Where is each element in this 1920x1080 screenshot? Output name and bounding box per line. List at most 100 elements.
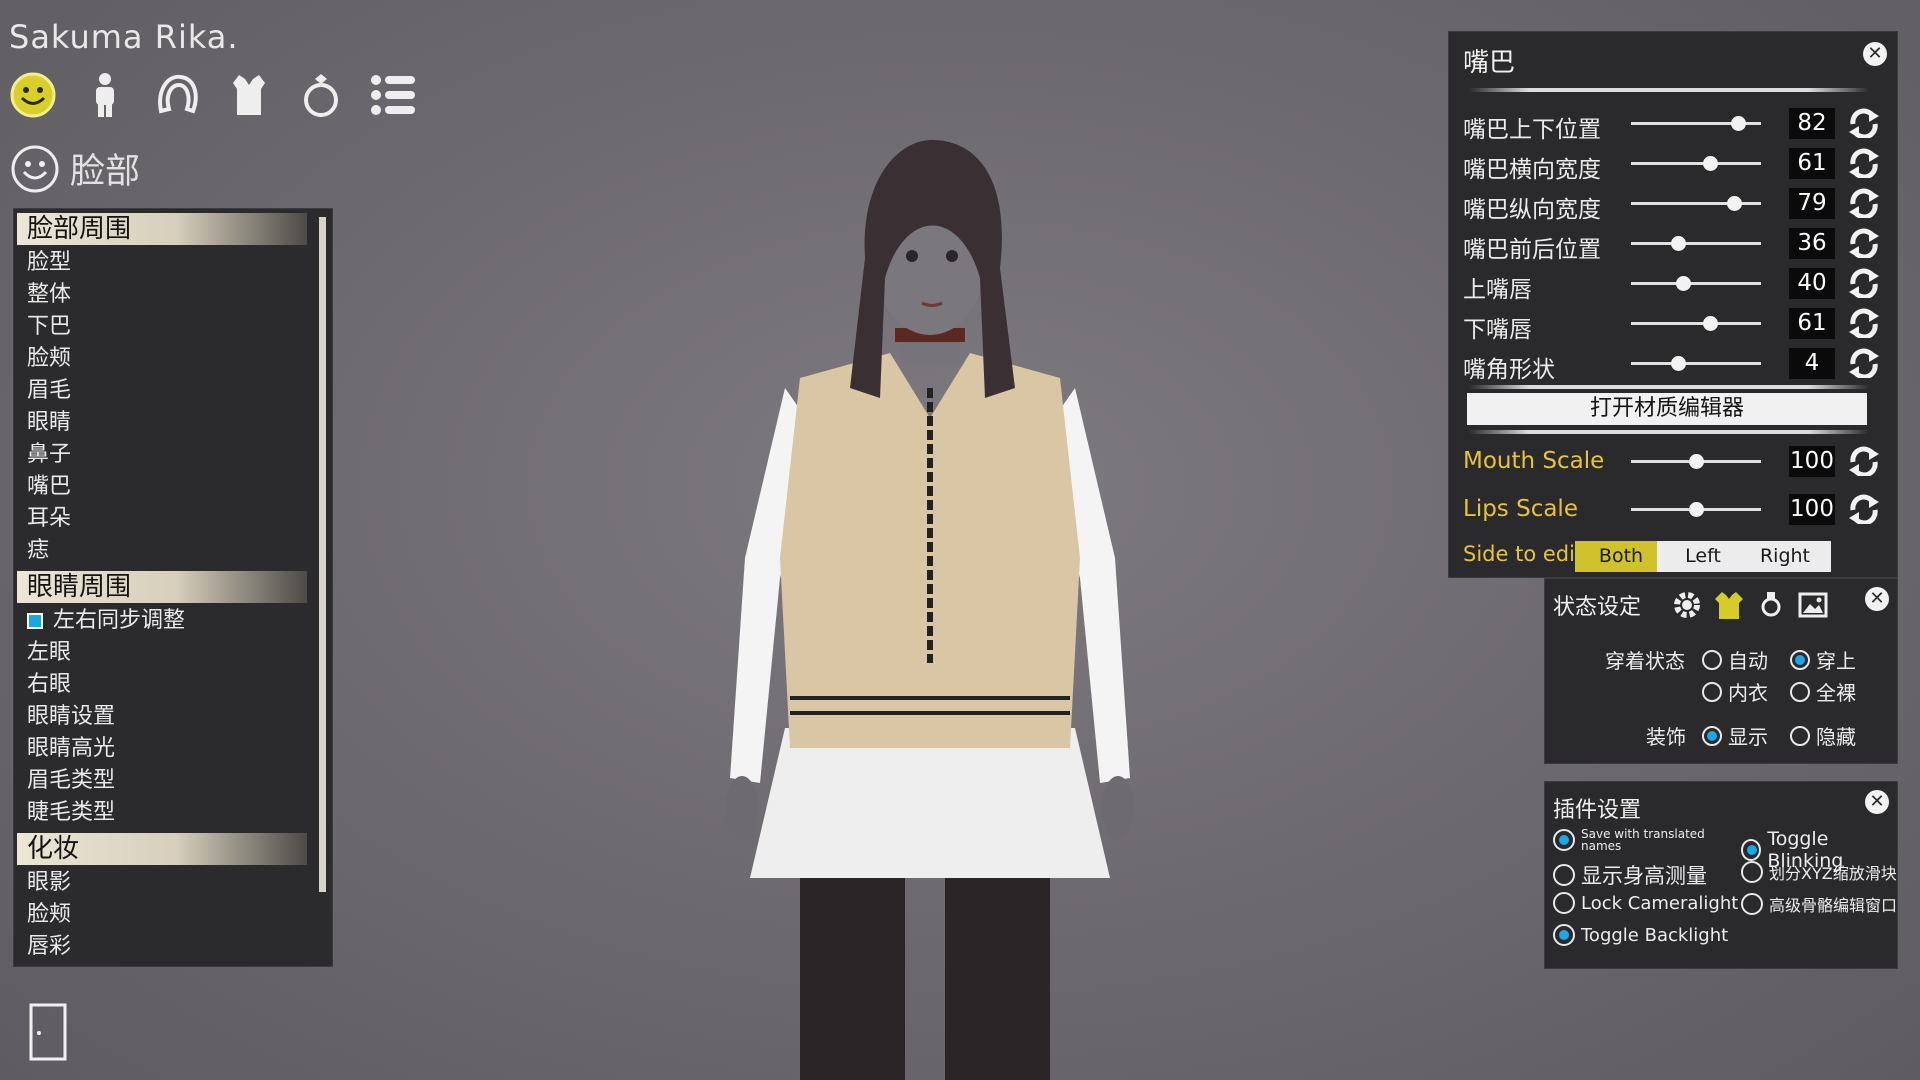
ring-icon[interactable] [296,70,346,120]
advanced-bone-editor-option[interactable]: 高级骨骼编辑窗口 [1741,892,1897,916]
slider-track[interactable] [1631,236,1761,251]
reset-icon[interactable] [1847,228,1881,258]
menu-item-eyebrow-type[interactable]: 眉毛类型 [14,765,332,797]
character-model[interactable] [690,138,1170,1080]
slider-handle[interactable] [1730,116,1746,131]
menu-item-ears[interactable]: 耳朵 [14,503,332,535]
slider-track[interactable] [1631,276,1761,291]
accessory-hide-option[interactable]: 隐藏 [1790,721,1856,750]
value-input[interactable]: 79 [1789,188,1835,219]
radio-button[interactable] [1553,892,1575,914]
value-input[interactable]: 40 [1789,268,1835,299]
value-input[interactable]: 61 [1789,148,1835,179]
value-input[interactable]: 100 [1789,494,1835,525]
slider-handle[interactable] [1726,196,1742,211]
menu-item-eyes[interactable]: 眼睛 [14,407,332,439]
value-input[interactable]: 36 [1789,228,1835,259]
slider-handle[interactable] [1703,156,1719,171]
menu-item-right-eye[interactable]: 右眼 [14,669,332,701]
dress-nude-option[interactable]: 全裸 [1790,677,1856,706]
menu-item-face-shape[interactable]: 脸型 [14,247,332,279]
slider-handle[interactable] [1689,502,1704,517]
slider-handle[interactable] [1670,236,1686,251]
slider-handle[interactable] [1689,454,1704,469]
radio-button[interactable] [1702,649,1722,670]
value-input[interactable]: 4 [1789,348,1835,379]
dress-underwear-option[interactable]: 内衣 [1702,677,1768,706]
sync-lr-checkbox-row[interactable]: 左右同步调整 [14,605,332,637]
menu-item-nose[interactable]: 鼻子 [14,439,332,471]
reset-icon[interactable] [1847,494,1881,524]
accessory-show-option[interactable]: 显示 [1702,721,1768,750]
side-right-button[interactable]: Right [1739,541,1831,572]
smiley-icon[interactable] [8,70,58,120]
menu-group-header[interactable]: 化妆 [17,833,307,865]
slider-handle[interactable] [1676,276,1691,291]
menu-group-header[interactable]: 眼睛周围 [17,571,307,603]
menu-item-eye-settings[interactable]: 眼睛设置 [14,701,332,733]
slider-track[interactable] [1631,196,1761,211]
radio-button[interactable] [1790,681,1810,702]
menu-item-mole[interactable]: 痣 [14,535,332,567]
clothing-icon[interactable] [1713,589,1745,621]
radio-button[interactable] [1702,681,1722,702]
menu-item-eyebrow[interactable]: 眉毛 [14,375,332,407]
menu-scrollbar[interactable] [319,217,326,892]
menu-item-mouth[interactable]: 嘴巴 [14,471,332,503]
menu-item-chin[interactable]: 下巴 [14,311,332,343]
slider-track[interactable] [1631,116,1761,131]
slider-track[interactable] [1631,502,1761,517]
radio-button[interactable] [1741,893,1763,915]
radio-button[interactable] [1553,829,1575,851]
menu-group-header[interactable]: 脸部周围 [17,213,307,245]
reset-icon[interactable] [1847,268,1881,298]
radio-button[interactable] [1702,725,1722,746]
slider-track[interactable] [1631,356,1761,371]
reset-icon[interactable] [1847,348,1881,378]
slider-handle[interactable] [1703,316,1719,331]
show-height-measure-option[interactable]: 显示身高测量 [1553,860,1707,890]
reset-icon[interactable] [1847,148,1881,178]
menu-item-cheek[interactable]: 脸颊 [14,343,332,375]
side-both-button[interactable]: Both [1575,541,1667,572]
radio-button[interactable] [1741,839,1762,861]
value-input[interactable]: 82 [1789,108,1835,139]
side-left-button[interactable]: Left [1657,541,1749,572]
radio-button[interactable] [1790,725,1810,746]
radio-button[interactable] [1790,649,1810,670]
menu-item-blush[interactable]: 脸颊 [14,899,332,931]
close-icon[interactable]: ✕ [1863,42,1887,66]
slider-track[interactable] [1631,316,1761,331]
menu-item-overall[interactable]: 整体 [14,279,332,311]
toggle-backlight-option[interactable]: Toggle Backlight [1553,924,1728,946]
radio-button[interactable] [1741,861,1763,883]
reset-icon[interactable] [1847,188,1881,218]
shirt-icon[interactable] [224,70,274,120]
reset-icon[interactable] [1847,108,1881,138]
menu-item-eyelash-type[interactable]: 睫毛类型 [14,797,332,829]
dress-auto-option[interactable]: 自动 [1702,645,1768,674]
close-icon[interactable]: ✕ [1865,790,1889,814]
exit-door-icon[interactable] [29,1003,67,1061]
sync-lr-checkbox[interactable] [27,613,43,629]
lock-cameralight-option[interactable]: Lock Cameralight [1553,892,1738,914]
lightbulb-icon[interactable] [1755,589,1787,621]
menu-item-eye-highlight[interactable]: 眼睛高光 [14,733,332,765]
image-icon[interactable] [1797,589,1829,621]
save-translated-names-option[interactable]: Save with translated names [1553,828,1721,852]
person-icon[interactable] [80,70,130,120]
gear-icon[interactable] [1671,589,1703,621]
radio-button[interactable] [1553,924,1575,946]
list-icon[interactable] [368,70,418,120]
radio-button[interactable] [1553,864,1575,886]
menu-item-eyeshadow[interactable]: 眼影 [14,867,332,899]
close-icon[interactable]: ✕ [1865,587,1889,611]
value-input[interactable]: 61 [1789,308,1835,339]
menu-item-left-eye[interactable]: 左眼 [14,637,332,669]
slider-track[interactable] [1631,156,1761,171]
dress-on-option[interactable]: 穿上 [1790,645,1856,674]
open-material-editor-button[interactable]: 打开材质编辑器 [1467,393,1867,425]
menu-item-lipgloss[interactable]: 唇彩 [14,931,332,963]
slider-handle[interactable] [1670,356,1686,371]
value-input[interactable]: 100 [1789,446,1835,477]
